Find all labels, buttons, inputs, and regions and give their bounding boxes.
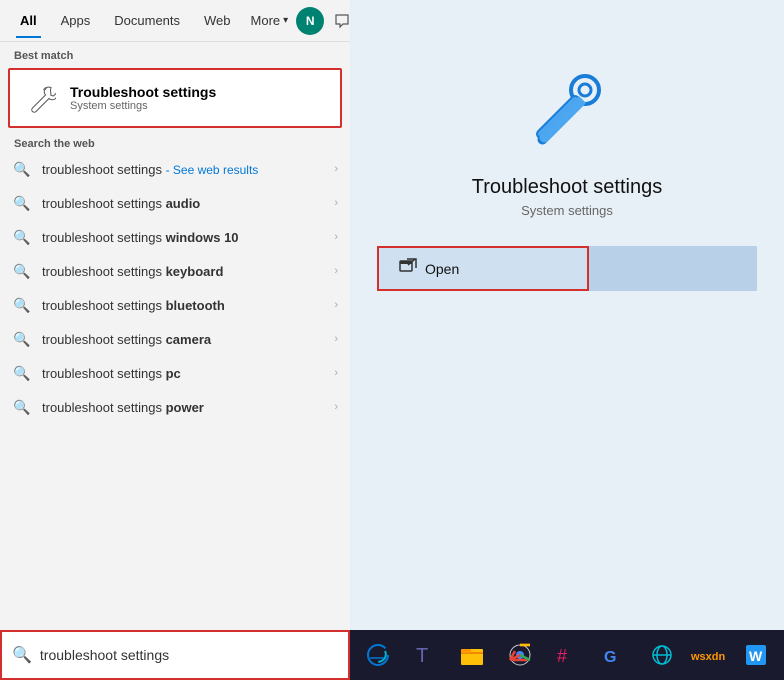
- taskbar-item-teams[interactable]: T: [403, 633, 446, 677]
- chevron-right-icon: ›: [334, 163, 338, 175]
- right-icon-container: [517, 60, 617, 160]
- taskbar-item-google[interactable]: G: [593, 633, 636, 677]
- search-bar[interactable]: 🔍: [0, 630, 350, 680]
- best-match-icon-container: [22, 80, 58, 116]
- tab-apps[interactable]: Apps: [49, 3, 103, 38]
- word-icon: W: [743, 642, 769, 668]
- slack-icon: #: [554, 642, 580, 668]
- wrench-icon: [24, 82, 56, 114]
- chevron-right-icon-8: ›: [334, 401, 338, 413]
- svg-text:W: W: [749, 648, 763, 664]
- result-item-see-web[interactable]: 🔍 troubleshoot settings - See web result…: [0, 152, 350, 186]
- svg-text:G: G: [604, 649, 616, 666]
- result-text-camera: troubleshoot settings camera: [42, 332, 324, 347]
- search-icon-3: 🔍: [12, 227, 32, 247]
- search-icon-6: 🔍: [12, 329, 32, 349]
- svg-text:wsxdn: wsxdn: [691, 651, 726, 663]
- search-bar-icon: 🔍: [12, 645, 32, 665]
- result-text-windows10: troubleshoot settings windows 10: [42, 230, 324, 245]
- teams-icon: T: [412, 642, 438, 668]
- result-text-audio: troubleshoot settings audio: [42, 196, 324, 211]
- open-label: Open: [425, 261, 459, 277]
- chevron-right-icon-4: ›: [334, 265, 338, 277]
- best-match-text: Troubleshoot settings System settings: [70, 84, 216, 112]
- avatar-button[interactable]: N: [296, 7, 324, 35]
- best-match-label: Best match: [0, 42, 350, 66]
- chrome-icon: [507, 642, 533, 668]
- network-icon: [649, 642, 675, 668]
- result-text-see-web: troubleshoot settings - See web results: [42, 162, 324, 177]
- search-input[interactable]: [40, 647, 338, 663]
- chevron-down-icon: ▾: [283, 15, 288, 26]
- search-icon-5: 🔍: [12, 295, 32, 315]
- result-item-keyboard[interactable]: 🔍 troubleshoot settings keyboard ›: [0, 254, 350, 288]
- search-icon: 🔍: [12, 159, 32, 179]
- web-section-label: Search the web: [0, 130, 350, 152]
- search-icon-7: 🔍: [12, 363, 32, 383]
- tab-more[interactable]: More ▾: [243, 3, 297, 38]
- taskbar-item-chrome[interactable]: [498, 633, 541, 677]
- search-icon-2: 🔍: [12, 193, 32, 213]
- tabs-row: All Apps Documents Web More ▾ N ··· ✕: [0, 0, 350, 42]
- search-icon-8: 🔍: [12, 397, 32, 417]
- result-text-power: troubleshoot settings power: [42, 400, 324, 415]
- chevron-right-icon-6: ›: [334, 333, 338, 345]
- taskbar-item-wsxdn[interactable]: wsxdn: [687, 633, 730, 677]
- result-text-keyboard: troubleshoot settings keyboard: [42, 264, 324, 279]
- search-icon-4: 🔍: [12, 261, 32, 281]
- svg-text:T: T: [416, 645, 428, 667]
- result-item-pc[interactable]: 🔍 troubleshoot settings pc ›: [0, 356, 350, 390]
- feedback-icon: [334, 13, 350, 29]
- taskbar: T # G: [350, 630, 784, 680]
- search-popup: All Apps Documents Web More ▾ N ··· ✕ Be…: [0, 0, 350, 630]
- open-button[interactable]: Open: [377, 246, 589, 291]
- tab-all[interactable]: All: [8, 3, 49, 38]
- right-panel-subtitle: System settings: [521, 203, 613, 218]
- best-match-title: Troubleshoot settings: [70, 84, 216, 100]
- chevron-right-icon-5: ›: [334, 299, 338, 311]
- chevron-right-icon-2: ›: [334, 197, 338, 209]
- open-button-row: Open: [377, 246, 757, 291]
- chevron-right-icon-7: ›: [334, 367, 338, 379]
- best-match-subtitle: System settings: [70, 100, 216, 112]
- explorer-icon: [459, 642, 485, 668]
- taskbar-item-edge[interactable]: [356, 633, 399, 677]
- wsxdn-icon: wsxdn: [691, 646, 727, 664]
- result-item-camera[interactable]: 🔍 troubleshoot settings camera ›: [0, 322, 350, 356]
- result-item-bluetooth[interactable]: 🔍 troubleshoot settings bluetooth ›: [0, 288, 350, 322]
- large-wrench-icon: [527, 70, 607, 150]
- taskbar-item-explorer[interactable]: [451, 633, 494, 677]
- result-item-windows10[interactable]: 🔍 troubleshoot settings windows 10 ›: [0, 220, 350, 254]
- chevron-right-icon-3: ›: [334, 231, 338, 243]
- right-panel-title: Troubleshoot settings: [472, 176, 662, 199]
- external-window-icon: [399, 258, 417, 274]
- open-window-icon: [399, 258, 417, 279]
- taskbar-item-slack[interactable]: #: [545, 633, 588, 677]
- taskbar-item-network[interactable]: [640, 633, 683, 677]
- tab-web[interactable]: Web: [192, 3, 243, 38]
- result-item-power[interactable]: 🔍 troubleshoot settings power ›: [0, 390, 350, 424]
- best-match-item[interactable]: Troubleshoot settings System settings: [8, 68, 342, 128]
- result-text-pc: troubleshoot settings pc: [42, 366, 324, 381]
- right-panel: Troubleshoot settings System settings Op…: [350, 0, 784, 680]
- google-icon: G: [601, 642, 627, 668]
- taskbar-item-word[interactable]: W: [735, 633, 778, 677]
- svg-text:#: #: [557, 646, 567, 666]
- edge-icon: [365, 642, 391, 668]
- tab-documents[interactable]: Documents: [102, 3, 192, 38]
- result-text-bluetooth: troubleshoot settings bluetooth: [42, 298, 324, 313]
- result-item-audio[interactable]: 🔍 troubleshoot settings audio ›: [0, 186, 350, 220]
